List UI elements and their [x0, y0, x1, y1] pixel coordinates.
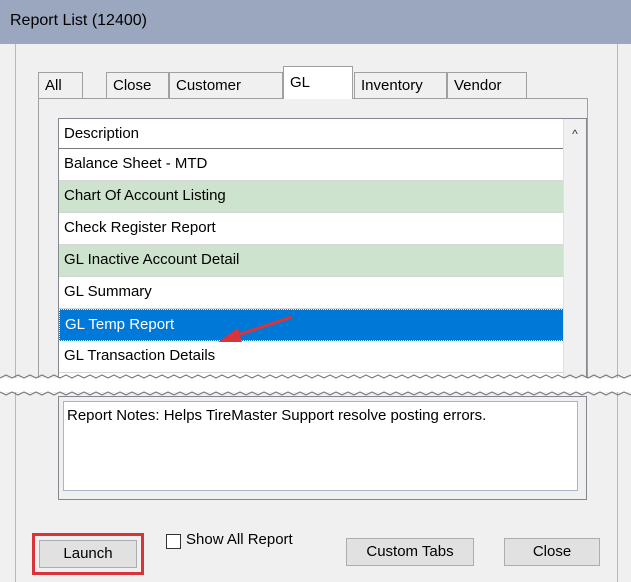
close-button[interactable]: Close	[504, 538, 600, 566]
custom-tabs-button[interactable]: Custom Tabs	[346, 538, 474, 566]
launch-button[interactable]: Launch	[39, 540, 137, 568]
show-all-report-label[interactable]: Show All Report	[186, 531, 293, 548]
report-notes-text: Report Notes: Helps TireMaster Support r…	[63, 401, 578, 491]
tab-gl[interactable]: GL	[283, 66, 353, 99]
report-notes-panel: Report Notes: Helps TireMaster Support r…	[58, 396, 587, 500]
report-list-window: Report List (12400) All Close Customer G…	[0, 0, 631, 582]
show-all-report-checkbox[interactable]	[166, 534, 181, 549]
